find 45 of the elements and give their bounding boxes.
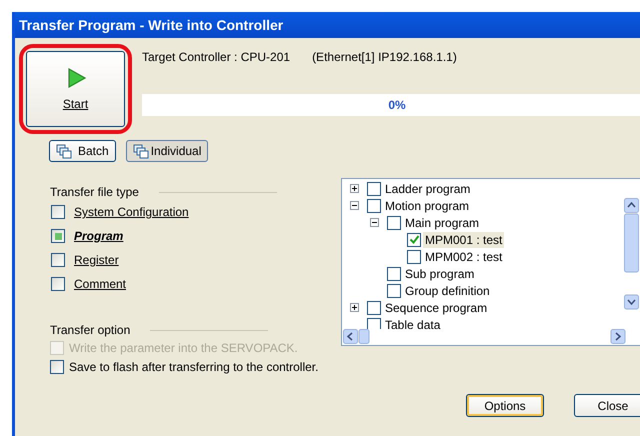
- checkbox[interactable]: [387, 266, 401, 280]
- file-type-label[interactable]: System Configuration: [74, 205, 189, 219]
- checkbox[interactable]: [407, 250, 421, 264]
- checkbox[interactable]: [407, 232, 421, 246]
- expander-icon[interactable]: [370, 218, 379, 227]
- progress-reading: 0%: [388, 98, 406, 112]
- file-type-label[interactable]: Comment: [74, 277, 126, 291]
- option-label: Save to flash after transferring to the controller.: [69, 360, 318, 374]
- windows-icon: [56, 144, 72, 158]
- tree-item[interactable]: MPM002 : test: [423, 248, 504, 264]
- tree-item[interactable]: Sub program: [403, 266, 476, 282]
- tree-item[interactable]: Motion program: [383, 198, 472, 214]
- options-button[interactable]: Options: [466, 394, 544, 417]
- expander-icon[interactable]: [350, 201, 359, 210]
- checkbox[interactable]: [50, 360, 64, 374]
- tree-item[interactable]: Ladder program: [383, 180, 472, 196]
- tree-item[interactable]: Group definition: [403, 282, 492, 298]
- checkbox[interactable]: [51, 277, 65, 291]
- checkbox[interactable]: [387, 284, 401, 298]
- tree-item[interactable]: Table data: [383, 316, 442, 329]
- mode-button[interactable]: Individual: [126, 140, 208, 162]
- group-heading: Transfer file type: [50, 185, 139, 199]
- group-heading: Transfer option: [50, 323, 130, 337]
- checkbox[interactable]: [367, 198, 381, 212]
- tree-item[interactable]: Sequence program: [383, 300, 490, 316]
- option-label: Write the parameter into the SERVOPACK.: [69, 340, 298, 354]
- tree-item[interactable]: MPM001 : test: [423, 232, 504, 248]
- file-type-label[interactable]: Register: [74, 253, 119, 267]
- checkbox[interactable]: [367, 300, 381, 314]
- file-type-label[interactable]: Program: [74, 229, 124, 243]
- checkbox[interactable]: [367, 182, 381, 196]
- checkbox[interactable]: [51, 253, 65, 267]
- windows-icon: [132, 144, 149, 158]
- mode-button[interactable]: Batch: [49, 140, 116, 162]
- checkbox[interactable]: [51, 205, 65, 219]
- expander-icon[interactable]: [350, 184, 359, 193]
- connection-label: (Ethernet[1] IP192.168.1.1): [312, 50, 457, 64]
- window-title: Transfer Program - Write into Controller: [15, 12, 640, 38]
- start-button[interactable]: Start: [26, 51, 125, 127]
- close-button[interactable]: Close: [574, 394, 640, 417]
- checkbox[interactable]: [387, 216, 401, 230]
- expander-icon[interactable]: [350, 303, 359, 312]
- checkbox[interactable]: [51, 229, 65, 243]
- tree-item[interactable]: Main program: [403, 214, 482, 230]
- target-controller-label: Target Controller : CPU-201: [142, 50, 290, 64]
